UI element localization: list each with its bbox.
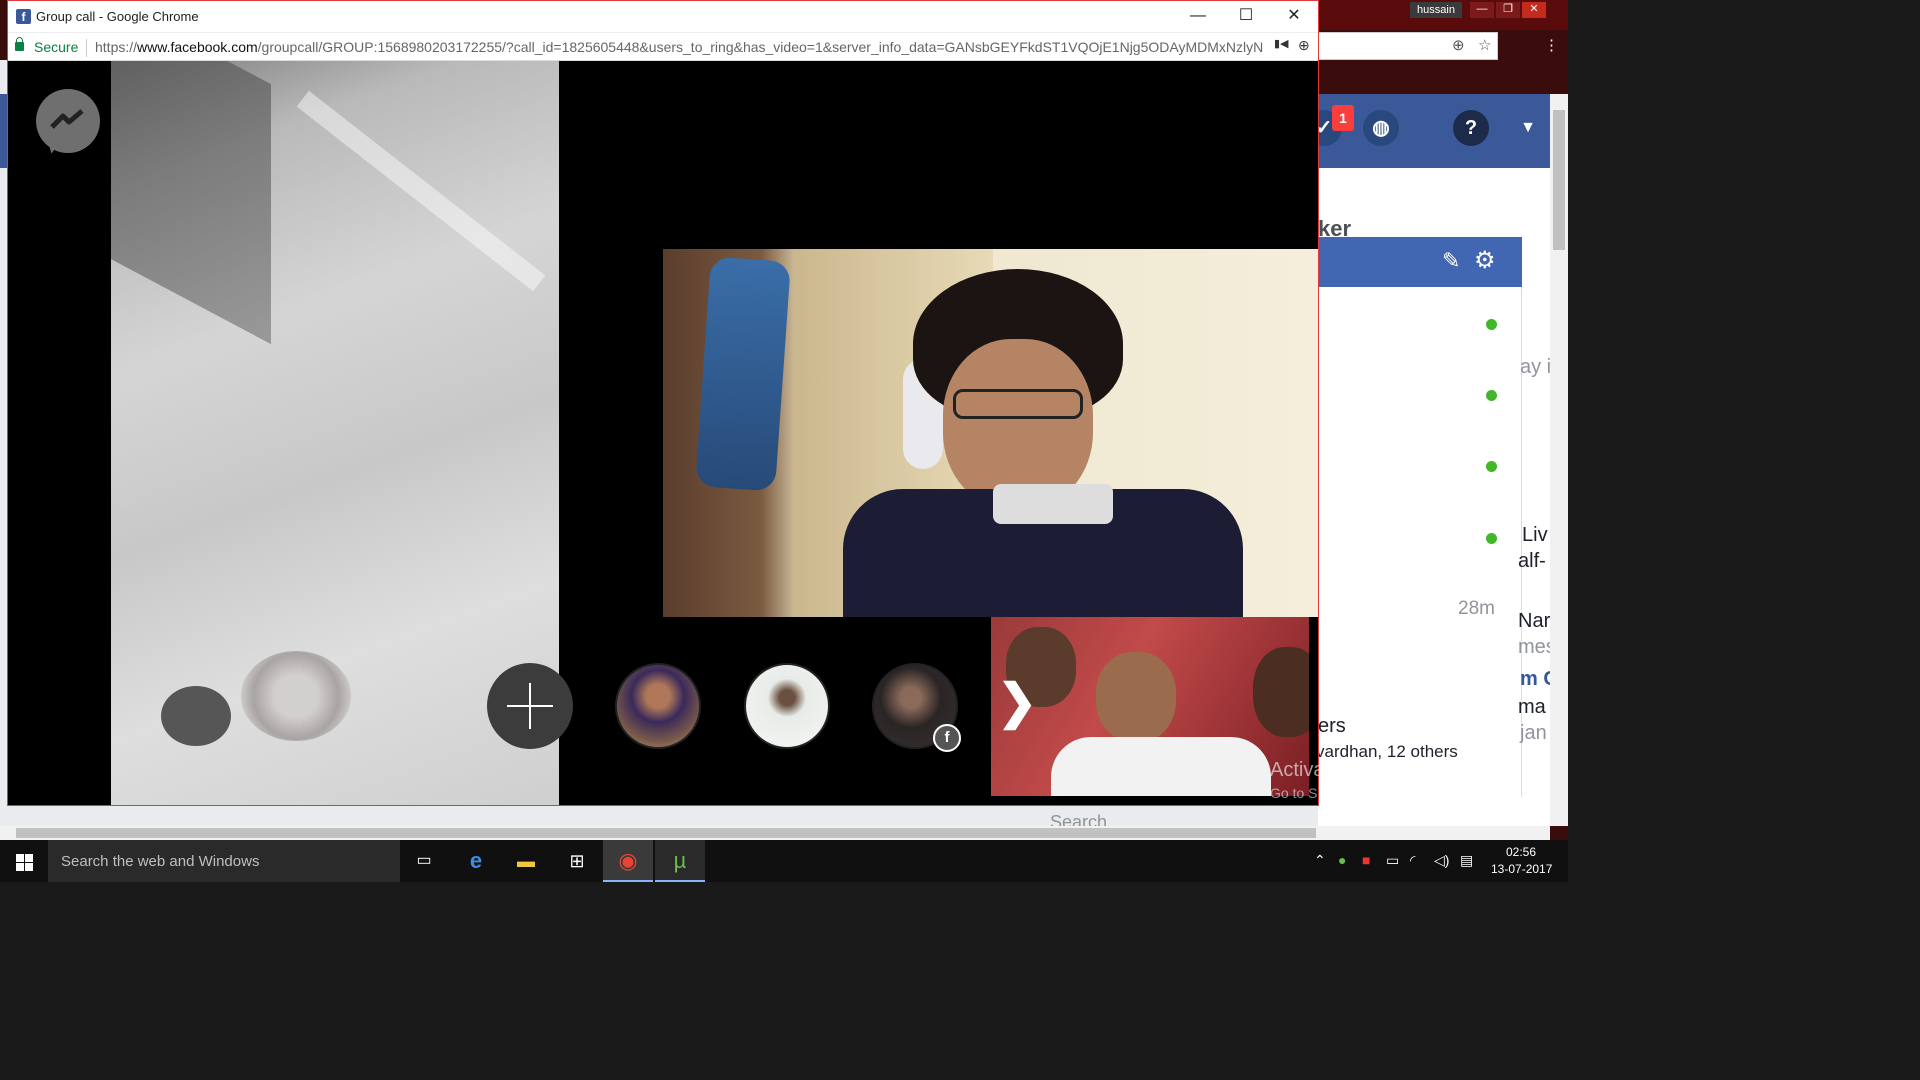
background-address-bar[interactable]: [1318, 32, 1498, 60]
file-explorer-icon[interactable]: ▬: [512, 848, 540, 874]
store-icon[interactable]: ⊞: [563, 848, 591, 874]
account-dropdown-icon[interactable]: ▼: [1510, 110, 1546, 146]
remote-video-main-speaker[interactable]: [663, 249, 1318, 617]
facebook-badge-icon: f: [933, 724, 961, 752]
battery-icon[interactable]: ▭: [1386, 852, 1399, 869]
address-separator: [86, 39, 87, 57]
online-status-dot: [1486, 533, 1497, 544]
compose-icon[interactable]: ✎: [1442, 248, 1460, 274]
feed-snippet: ay i: [1520, 356, 1552, 378]
window-titlebar[interactable]: f Group call - Google Chrome — ☐ ✕: [8, 1, 1318, 32]
volume-icon[interactable]: ◁): [1434, 852, 1449, 869]
background-zoom-icon[interactable]: ⊕: [1452, 36, 1465, 54]
chat-sidebar-header: ✎ ⚙: [1318, 237, 1522, 287]
tray-expand-icon[interactable]: ⌃: [1314, 852, 1326, 869]
task-view-icon[interactable]: ▭: [410, 848, 438, 874]
feed-snippet: alf-: [1518, 550, 1546, 572]
help-icon[interactable]: ?: [1453, 110, 1489, 146]
online-status-dot: [1486, 461, 1497, 472]
participant-avatar[interactable]: [615, 663, 701, 749]
notification-badge: 1: [1332, 105, 1354, 131]
taskbar-search-placeholder: Search the web and Windows: [61, 853, 260, 870]
address-bar[interactable]: Secure https://www.facebook.com/groupcal…: [8, 32, 1318, 61]
pdf-tray-icon[interactable]: ■: [1362, 852, 1370, 868]
url-text[interactable]: https://www.facebook.com/groupcall/GROUP…: [95, 39, 1270, 55]
background-close-button[interactable]: ✕: [1522, 2, 1546, 18]
activate-windows-subtext-overflow: ettings to activate Windows.: [1329, 784, 1503, 800]
gear-icon[interactable]: ⚙: [1474, 246, 1496, 275]
clock-date[interactable]: 13-07-2017: [1491, 862, 1552, 876]
background-minimize-button[interactable]: —: [1470, 2, 1494, 18]
online-status-dot: [1486, 390, 1497, 401]
background-page-bottom: [8, 804, 1318, 826]
next-arrow-icon[interactable]: ❯: [997, 679, 1037, 727]
background-profile-name[interactable]: hussain: [1410, 2, 1462, 18]
background-restore-button[interactable]: ❐: [1496, 2, 1520, 18]
online-status-dot: [1486, 319, 1497, 330]
windows-taskbar: Search the web and Windows ▭ e ▬ ⊞ ◉ µ ⌃…: [0, 840, 1568, 882]
timestamp: 28m: [1458, 598, 1495, 619]
clock-time[interactable]: 02:56: [1506, 845, 1536, 859]
utorrent-tray-icon[interactable]: ●: [1338, 852, 1346, 868]
action-center-icon[interactable]: ▤: [1460, 852, 1473, 869]
start-button[interactable]: [0, 840, 48, 882]
edge-icon[interactable]: e: [462, 848, 490, 874]
messenger-icon[interactable]: [36, 89, 100, 153]
background-bookmark-star-icon[interactable]: ☆: [1478, 36, 1491, 54]
taskbar-search[interactable]: Search the web and Windows: [48, 840, 400, 882]
activate-windows-subtext: Go to Settings to activate Windows.: [1270, 785, 1318, 801]
maximize-button[interactable]: ☐: [1224, 5, 1268, 27]
utorrent-icon[interactable]: µ: [666, 848, 694, 874]
feed-snippet: jan: [1520, 722, 1547, 744]
facebook-favicon-icon: f: [16, 9, 31, 24]
background-menu-icon[interactable]: ⋮: [1544, 36, 1559, 54]
feed-snippet: Liv: [1522, 524, 1548, 546]
chrome-icon[interactable]: ◉: [614, 848, 642, 874]
camera-in-use-icon[interactable]: ▮◀: [1274, 37, 1289, 50]
participant-avatar[interactable]: [744, 663, 830, 749]
self-view-video[interactable]: ❯: [991, 617, 1309, 796]
add-participant-button[interactable]: [487, 663, 573, 749]
secure-label[interactable]: Secure: [34, 39, 78, 55]
feed-snippet: ma: [1518, 696, 1546, 718]
minimize-button[interactable]: —: [1176, 5, 1220, 27]
window-title: Group call - Google Chrome: [36, 9, 199, 24]
call-stage: f ❯ Activate Windows Go to Settings to a…: [8, 61, 1428, 805]
background-scrollbar-thumb[interactable]: [1553, 110, 1565, 250]
globe-notifications-icon[interactable]: ◍: [1363, 110, 1399, 146]
activate-windows-watermark: Activate Windows: [1270, 759, 1428, 781]
group-call-window: f Group call - Google Chrome — ☐ ✕ Secur…: [7, 0, 1428, 806]
zoom-icon[interactable]: ⊕: [1298, 37, 1310, 54]
lock-icon[interactable]: [15, 37, 24, 51]
background-hscrollbar-thumb[interactable]: [16, 828, 1316, 838]
feed-snippet: Nar: [1518, 610, 1551, 632]
close-button[interactable]: ✕: [1272, 5, 1316, 27]
feed-snippet: ers: [1318, 715, 1346, 737]
wifi-icon[interactable]: ◜: [1410, 852, 1415, 869]
